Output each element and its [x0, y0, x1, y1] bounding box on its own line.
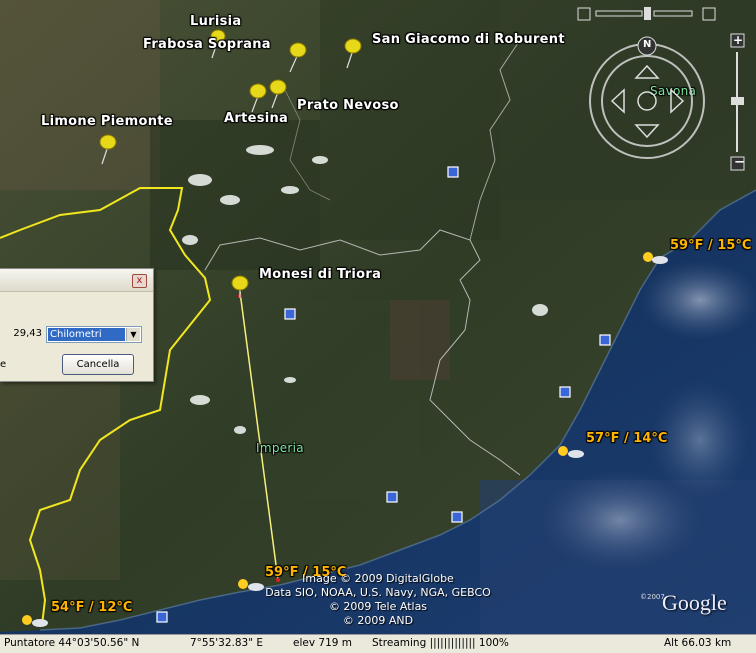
joystick-center[interactable] — [637, 91, 657, 111]
pointer-latitude: Puntatore 44°03'50.56" N — [4, 637, 140, 649]
unit-select[interactable]: Chilometri ▼ — [46, 326, 142, 343]
close-button[interactable]: x — [132, 274, 147, 288]
measure-value: 29,43 — [13, 328, 42, 339]
eye-altitude: Alt 66.03 km — [664, 637, 732, 649]
zoom-slider[interactable] — [730, 33, 745, 171]
zoom-in-button[interactable]: + — [733, 33, 743, 47]
pan-arrow-down-icon[interactable] — [634, 124, 660, 139]
zoom-out-button[interactable]: − — [734, 155, 745, 170]
pan-arrow-right-icon[interactable] — [670, 88, 685, 114]
pointer-longitude: 7°55'32.83" E — [190, 637, 264, 649]
pan-arrow-left-icon[interactable] — [610, 88, 625, 114]
dialog-text-fragment: e — [0, 359, 7, 370]
chevron-down-icon[interactable]: ▼ — [126, 328, 140, 341]
unit-selected-value: Chilometri — [48, 328, 125, 341]
status-bar: Puntatore 44°03'50.56" N 7°55'32.83" E e… — [0, 634, 756, 653]
compass-north-label: N — [643, 39, 652, 50]
ruler-dialog: x 29,43 Chilometri ▼ e Cancella — [0, 268, 154, 382]
cancel-button[interactable]: Cancella — [62, 354, 134, 375]
look-around-toolbar[interactable] — [577, 7, 716, 21]
elevation: elev 719 m — [293, 637, 352, 649]
dialog-titlebar[interactable]: x — [0, 269, 153, 292]
pan-arrow-up-icon[interactable] — [634, 64, 660, 79]
streaming-status: Streaming ||||||||||||| 100% — [372, 637, 509, 649]
compass-ring[interactable] — [589, 43, 705, 159]
